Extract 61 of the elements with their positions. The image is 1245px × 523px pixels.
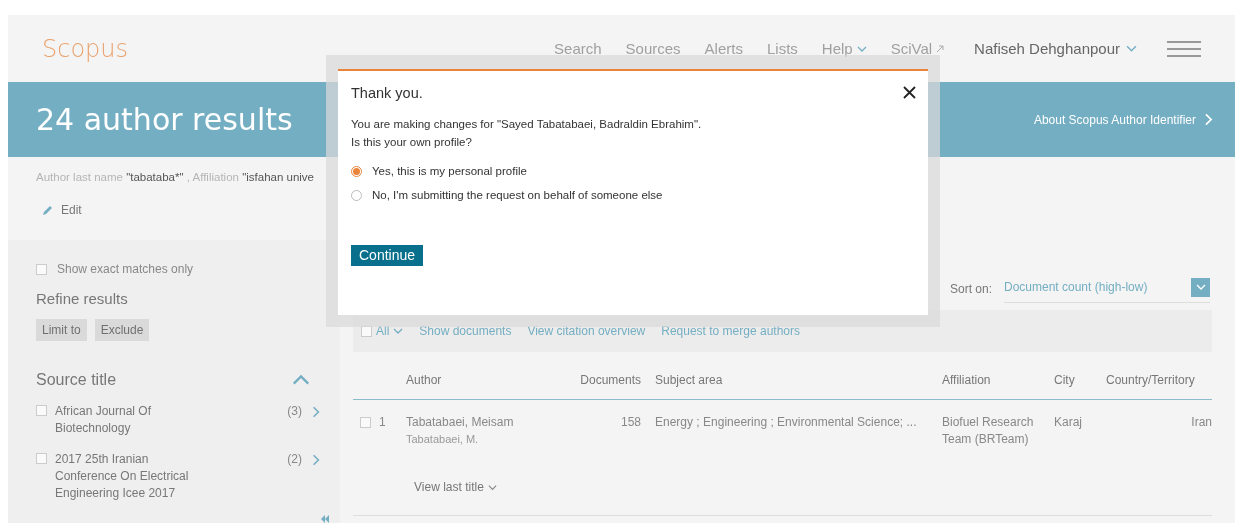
column-header[interactable]: Author xyxy=(406,373,576,387)
table-cell-text: 158 xyxy=(619,414,641,431)
facet-option: 2017 25th Iranian Conference On Electrical Engineering Icee 2017 xyxy=(55,451,205,502)
chevron-right-icon[interactable] xyxy=(310,453,322,466)
toolbar-link[interactable]: View citation overview xyxy=(527,324,646,338)
checkbox[interactable] xyxy=(361,325,372,337)
search-query: Author last name "tabataba*" , Affiliation "isfahan unive xyxy=(36,171,314,183)
table-cell-text: Karaj xyxy=(1054,414,1083,431)
collapse-sidebar-icon[interactable] xyxy=(320,515,330,523)
column-header[interactable]: Country/Territory xyxy=(1106,373,1212,387)
dialog-message: Is this your own profile? xyxy=(351,135,472,150)
menu-icon[interactable] xyxy=(1167,40,1201,57)
checkbox[interactable] xyxy=(36,263,47,275)
author-variant: Tabatabaei, M. xyxy=(406,432,480,447)
scopus-logo[interactable]: Scopus xyxy=(42,34,129,63)
column-header[interactable]: Affiliation xyxy=(942,373,1054,387)
table-cell-text: Iran xyxy=(1190,414,1212,431)
about-link[interactable]: About Scopus Author Identifier xyxy=(1033,112,1215,127)
section-heading: Refine results xyxy=(36,290,129,307)
facet-count: (2) xyxy=(287,451,302,468)
toolbar-link[interactable]: Request to merge authors xyxy=(661,324,800,338)
checkbox[interactable] xyxy=(36,453,47,464)
user-menu[interactable]: Nafiseh Dehghanpour xyxy=(974,40,1137,57)
view-last-title-toggle[interactable]: View last title xyxy=(414,479,497,495)
nav-link[interactable]: Lists xyxy=(766,40,798,57)
sort-dropdown[interactable]: Document count (high-low) xyxy=(1004,275,1210,303)
nav-link[interactable]: Search xyxy=(554,40,602,57)
caret-icon xyxy=(1195,282,1206,292)
facet-heading: Source title xyxy=(36,371,117,389)
caret-icon xyxy=(1126,43,1137,54)
table-cell-text: Energy ; Engineering ; Environmental Science; ... xyxy=(654,414,918,431)
close-icon[interactable] xyxy=(903,86,916,99)
checkbox[interactable] xyxy=(36,405,47,416)
nav-link[interactable]: SciVal xyxy=(890,40,945,57)
column-header[interactable]: Documents xyxy=(576,373,641,387)
continue-button[interactable]: Continue xyxy=(351,245,424,266)
page-title: 24 author results xyxy=(36,102,293,137)
column-header[interactable]: City xyxy=(1054,373,1106,387)
dialog-message: You are making changes for "Sayed Tabatabaei, Badraldin Ebrahim". xyxy=(351,117,702,132)
facet-option: African Journal Of Biotechnology xyxy=(55,403,205,437)
radio-label: Yes, this is my personal profile xyxy=(372,165,527,177)
checkbox[interactable] xyxy=(360,417,371,428)
external-link-icon xyxy=(936,44,945,53)
nav-link[interactable]: Alerts xyxy=(704,40,743,57)
checkbox-label: Show exact matches only xyxy=(57,262,194,276)
sort-label: Sort on: xyxy=(949,282,992,296)
dialog-title: Thank you. xyxy=(351,85,423,101)
nav-link[interactable]: Help xyxy=(821,40,867,57)
pencil-icon xyxy=(42,204,53,216)
author-link[interactable]: Tabatabaei, Meisam xyxy=(406,414,576,431)
facet-count: (3) xyxy=(287,403,302,420)
table-cell-text: Biofuel Research Team (BRTeam) xyxy=(942,414,1035,448)
caret-icon xyxy=(393,326,404,336)
caret-icon xyxy=(487,482,497,492)
edit-link[interactable]: Edit xyxy=(42,203,82,217)
column-header[interactable]: Subject area xyxy=(641,373,942,387)
radio-label: No, I'm submitting the request on behalf of someone else xyxy=(372,189,663,201)
toolbar-link[interactable]: Show documents xyxy=(419,324,512,338)
row-number: 1 xyxy=(379,414,386,431)
nav-link[interactable]: Sources xyxy=(625,40,681,57)
chevron-right-icon[interactable] xyxy=(310,405,322,418)
